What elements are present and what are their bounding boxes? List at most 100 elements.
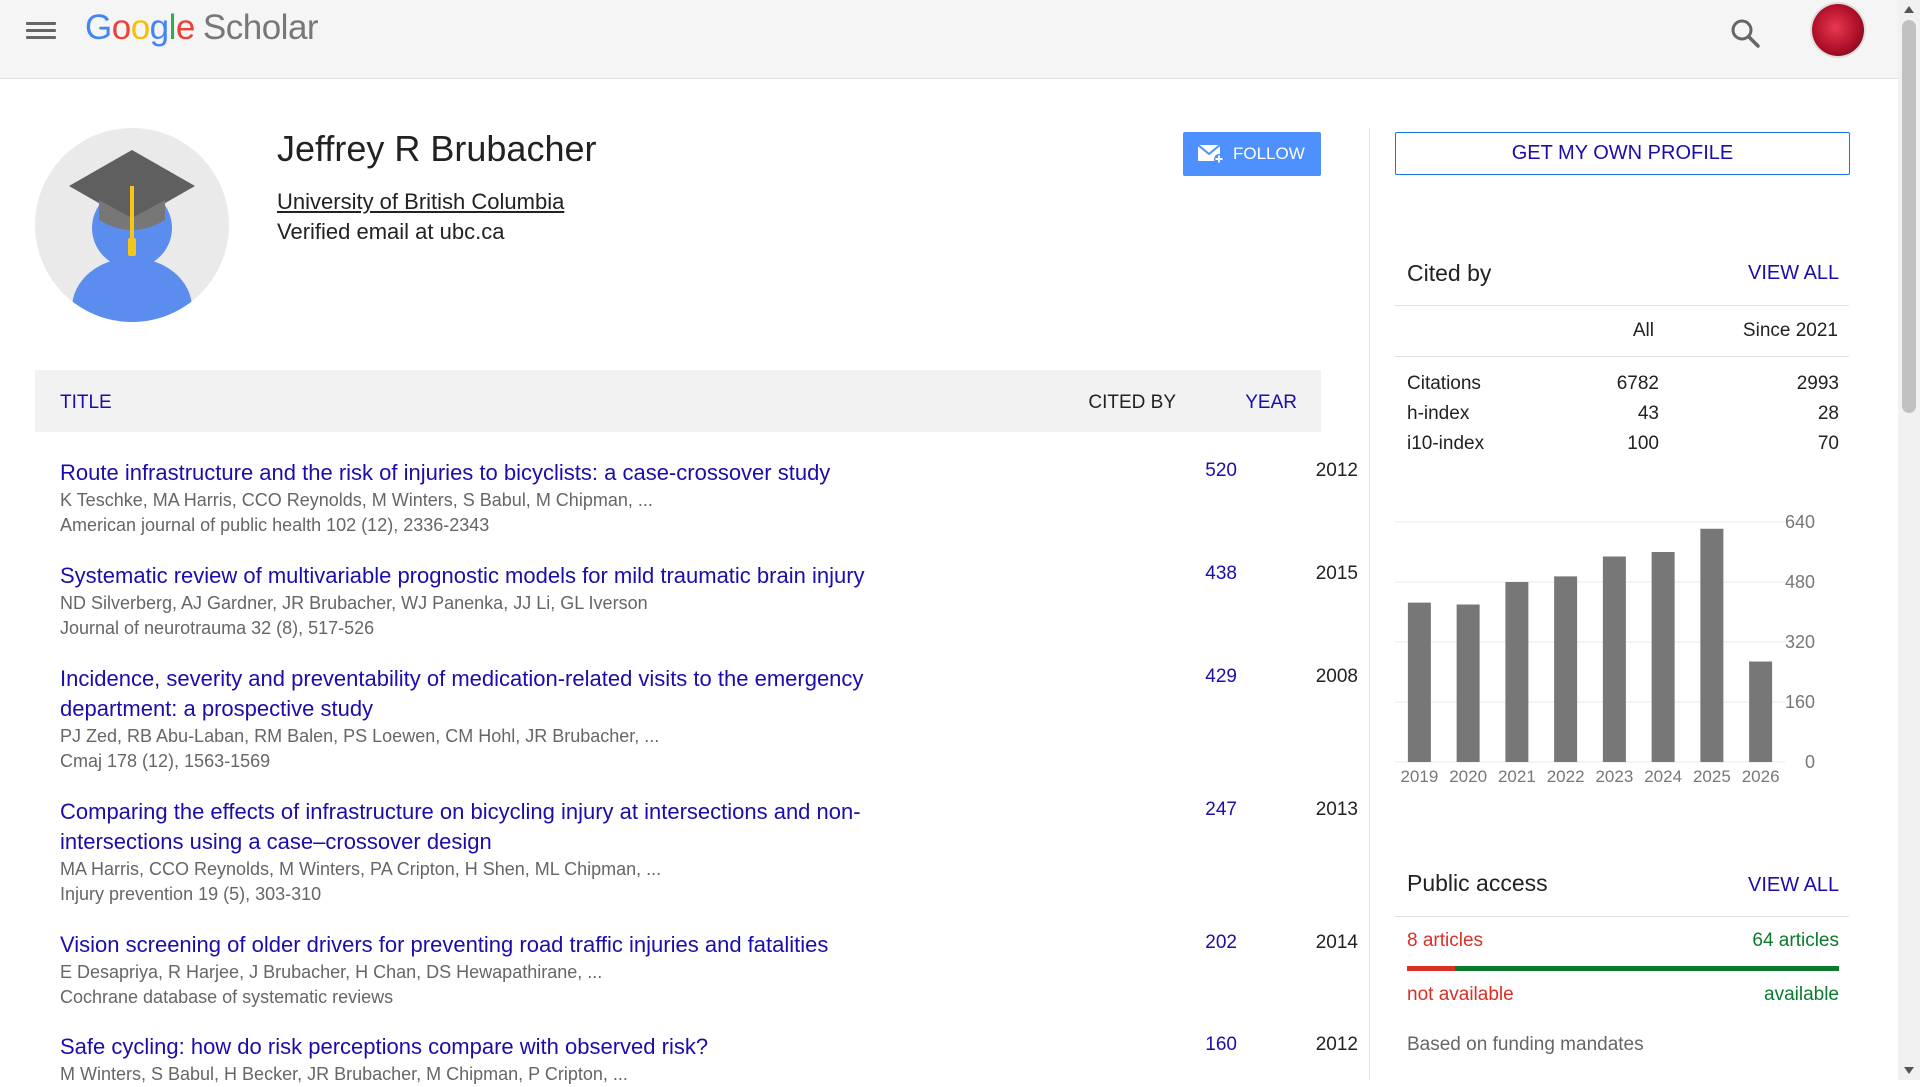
not-available-count-link[interactable]: 8 articles — [1407, 930, 1483, 952]
search-icon[interactable] — [1726, 14, 1766, 54]
y-tick-label: 480 — [1785, 572, 1815, 592]
graduate-avatar-icon — [69, 150, 195, 322]
available-count-link[interactable]: 64 articles — [1700, 930, 1839, 952]
scrollbar-thumb[interactable] — [1902, 20, 1916, 413]
chart-bar[interactable] — [1602, 556, 1626, 763]
hamburger-icon[interactable] — [24, 18, 58, 48]
article-row: Safe cycling: how do risk perceptions co… — [60, 1032, 1358, 1087]
chart-bar[interactable] — [1505, 582, 1529, 762]
article-title-link[interactable]: Vision screening of older drivers for pr… — [60, 930, 970, 960]
y-tick-label: 640 — [1785, 512, 1815, 532]
cited-by-link[interactable]: 247 — [1143, 799, 1237, 821]
citations-per-year-chart: 0 160 320 480 640 2019 2020 2021 2022 2023 2024 202… — [1395, 512, 1815, 786]
sort-by-year-button[interactable]: YEAR — [1245, 392, 1297, 414]
stat-label: h-index — [1407, 403, 1470, 424]
article-authors: ND Silverberg, AJ Gardner, JR Brubacher,… — [60, 593, 648, 613]
articles-table-header: TITLE CITED BY YEAR — [35, 370, 1321, 432]
top-app-bar: Google Scholar — [0, 0, 1898, 79]
x-tick-label: 2019 — [1400, 767, 1438, 786]
chart-bar[interactable] — [1407, 602, 1431, 762]
scroll-down-arrow-icon[interactable] — [1904, 1067, 1914, 1074]
article-authors: M Winters, S Babul, H Becker, JR Brubach… — [60, 1064, 628, 1084]
funding-mandates-note: Based on funding mandates — [1407, 1034, 1644, 1055]
stats-row-citations: Citations 6782 2993 — [1407, 373, 1839, 403]
cited-by-link[interactable]: 438 — [1143, 563, 1237, 585]
stats-row-h-index: h-index 43 28 — [1407, 403, 1839, 433]
stat-label: Citations — [1407, 373, 1481, 394]
chart-bar[interactable] — [1700, 528, 1724, 762]
chart-bar[interactable] — [1554, 576, 1578, 762]
article-title-link[interactable]: Route infrastructure and the risk of inj… — [60, 458, 970, 488]
stats-column-all: All — [1632, 320, 1654, 341]
stats-column-since: Since 2021 — [1742, 320, 1838, 341]
stat-all-value: 6782 — [1616, 373, 1659, 394]
chart-bar[interactable] — [1749, 661, 1773, 763]
article-venue: Cmaj 178 (12), 1563-1569 — [60, 751, 271, 771]
article-row: Systematic review of multivariable progn… — [60, 561, 1358, 641]
article-title-link[interactable]: Systematic review of multivariable progn… — [60, 561, 970, 591]
stat-since-value: 28 — [1817, 403, 1839, 424]
divider — [1395, 916, 1849, 917]
stat-all-value: 43 — [1637, 403, 1659, 424]
y-tick-label: 0 — [1805, 752, 1815, 772]
not-available-fill — [1407, 966, 1455, 971]
article-authors: E Desapriya, R Harjee, J Brubacher, H Ch… — [60, 962, 603, 982]
divider — [1395, 356, 1849, 357]
profile-photo — [35, 128, 229, 322]
public-access-view-all-link[interactable]: VIEW ALL — [1748, 874, 1839, 897]
not-available-label: not available — [1407, 984, 1514, 1005]
article-row: Comparing the effects of infrastructure … — [60, 797, 1358, 907]
get-my-own-profile-button[interactable]: GET MY OWN PROFILE — [1395, 132, 1850, 175]
avatar[interactable] — [1812, 4, 1864, 56]
stats-row-i10-index: i10-index 100 70 — [1407, 433, 1839, 463]
cited-by-link[interactable]: 160 — [1143, 1034, 1237, 1056]
article-title-link[interactable]: Comparing the effects of infrastructure … — [60, 797, 970, 857]
public-access-progress-bar — [1407, 966, 1839, 971]
stat-label: i10-index — [1407, 433, 1485, 454]
stat-all-value: 100 — [1627, 433, 1659, 454]
column-divider — [1369, 128, 1370, 1080]
article-authors: MA Harris, CCO Reynolds, M Winters, PA C… — [60, 859, 662, 879]
cited-by-column-header: CITED BY — [1088, 392, 1176, 413]
cited-by-link[interactable]: 202 — [1143, 932, 1237, 954]
article-year: 2013 — [1315, 799, 1358, 820]
mail-plus-icon — [1197, 144, 1224, 164]
article-year: 2015 — [1315, 563, 1358, 584]
cited-by-view-all-link[interactable]: VIEW ALL — [1748, 262, 1839, 285]
article-venue: Cochrane database of systematic reviews — [60, 987, 394, 1007]
x-tick-label: 2024 — [1644, 767, 1682, 786]
article-row: Vision screening of older drivers for pr… — [60, 930, 1358, 1010]
y-tick-label: 160 — [1785, 692, 1815, 712]
public-access-heading: Public access — [1407, 870, 1548, 896]
y-tick-label: 320 — [1785, 632, 1815, 652]
sort-by-title-button[interactable]: TITLE — [60, 392, 112, 414]
x-tick-label: 2025 — [1693, 767, 1731, 786]
article-year: 2012 — [1315, 1034, 1358, 1055]
profile-name: Jeffrey R Brubacher — [277, 128, 597, 169]
google-scholar-logo[interactable]: Google Scholar — [85, 8, 319, 48]
article-year: 2014 — [1315, 932, 1358, 953]
article-authors: PJ Zed, RB Abu-Laban, RM Balen, PS Loewe… — [60, 726, 660, 746]
x-tick-label: 2021 — [1498, 767, 1536, 786]
verified-email: Verified email at ubc.ca — [277, 219, 505, 244]
cited-by-link[interactable]: 520 — [1143, 460, 1237, 482]
x-tick-label: 2026 — [1742, 767, 1780, 786]
x-tick-label: 2022 — [1547, 767, 1585, 786]
article-year: 2008 — [1315, 666, 1358, 687]
divider — [1395, 305, 1849, 306]
x-tick-label: 2023 — [1595, 767, 1633, 786]
cited-by-link[interactable]: 429 — [1143, 666, 1237, 688]
follow-button[interactable]: FOLLOW — [1183, 132, 1321, 176]
stat-since-value: 70 — [1817, 433, 1839, 454]
article-title-link[interactable]: Incidence, severity and preventability o… — [60, 664, 970, 724]
article-authors: K Teschke, MA Harris, CCO Reynolds, M Wi… — [60, 490, 653, 510]
scrollbar[interactable] — [1898, 0, 1920, 1080]
article-venue: Injury prevention 19 (5), 303-310 — [60, 884, 322, 904]
article-venue: Journal of neurotrauma 32 (8), 517-526 — [60, 618, 375, 638]
chart-bar[interactable] — [1456, 604, 1480, 763]
chart-bar[interactable] — [1651, 552, 1675, 762]
affiliation-link[interactable]: University of British Columbia — [277, 189, 564, 215]
article-year: 2012 — [1315, 460, 1358, 481]
article-title-link[interactable]: Safe cycling: how do risk perceptions co… — [60, 1032, 970, 1062]
scroll-up-arrow-icon[interactable] — [1904, 6, 1914, 13]
